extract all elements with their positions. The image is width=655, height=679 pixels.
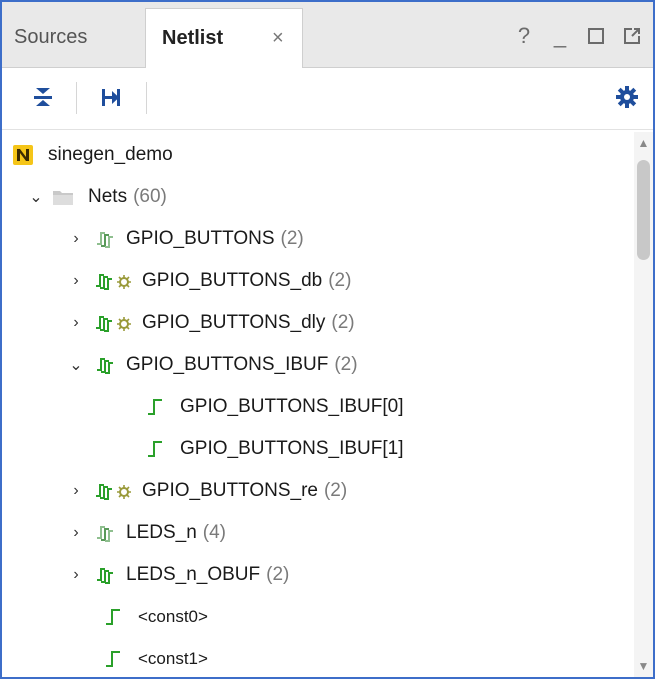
tree-row[interactable]: GPIO_BUTTONS_IBUF[1]: [2, 428, 634, 470]
expanded-chevron-icon[interactable]: ⌄: [68, 355, 84, 375]
maximize-button[interactable]: [585, 25, 607, 47]
tree-row[interactable]: GPIO_BUTTONS_IBUF[0]: [2, 386, 634, 428]
tree-item-label: GPIO_BUTTONS_IBUF[1]: [180, 438, 404, 459]
tree-row[interactable]: › LEDS_n_OBUF (2): [2, 554, 634, 596]
bus-net-green-icon: [94, 354, 116, 376]
tree-item-label: GPIO_BUTTONS: [126, 228, 275, 249]
scroll-up-icon[interactable]: ▲: [634, 134, 653, 152]
folder-icon: [52, 188, 74, 206]
window-controls: ? _: [513, 22, 643, 50]
scrollbar-thumb[interactable]: [637, 160, 650, 260]
tree-row[interactable]: › GPIO_BUTTONS_dly (2): [2, 302, 634, 344]
collapse-all-icon: [34, 88, 52, 106]
tree-item-label: sinegen_demo: [48, 144, 173, 165]
net-icon: [146, 396, 166, 418]
tree-row[interactable]: <const0>: [2, 596, 634, 638]
settings-button[interactable]: [612, 82, 642, 112]
float-button[interactable]: [621, 25, 643, 47]
collapsed-chevron-icon[interactable]: ›: [68, 482, 84, 500]
expand-all-button[interactable]: [96, 82, 126, 112]
collapsed-chevron-icon[interactable]: ›: [68, 230, 84, 248]
tree-folder-nets[interactable]: ⌄ Nets (60): [2, 176, 634, 218]
help-button[interactable]: ?: [513, 23, 535, 48]
tree-item-label: Nets: [88, 186, 128, 207]
tree-row[interactable]: › GPIO_BUTTONS_re (2): [2, 470, 634, 512]
net-icon: [146, 438, 166, 460]
tree-item-count: (2): [334, 354, 358, 375]
close-tab-button[interactable]: ×: [272, 9, 284, 67]
minimize-button[interactable]: _: [549, 23, 571, 48]
maximize-icon: [588, 28, 604, 44]
tree-row[interactable]: › GPIO_BUTTONS (2): [2, 218, 634, 260]
netlist-panel: Sources Netlist × ? _ sinegen_demo ⌄ Net…: [0, 0, 655, 679]
tree-item-label: LEDS_n: [126, 522, 197, 543]
bus-net-cell-icon: [94, 312, 134, 334]
collapsed-chevron-icon[interactable]: ›: [68, 272, 84, 290]
net-icon: [104, 606, 124, 628]
tab-sources[interactable]: Sources: [14, 8, 142, 68]
netlist-tree: sinegen_demo ⌄ Nets (60) › GPIO_BUTTONS …: [2, 132, 634, 677]
tree-item-count: (4): [202, 522, 227, 543]
toolbar-separator: [146, 82, 147, 114]
tab-bar: Sources Netlist × ? _: [2, 2, 653, 68]
bus-net-green-icon: [94, 564, 116, 586]
expanded-chevron-icon[interactable]: ⌄: [28, 187, 44, 207]
float-window-icon: [624, 28, 640, 44]
tab-netlist[interactable]: Netlist ×: [145, 8, 303, 68]
bus-net-icon: [94, 522, 116, 544]
tree-item-count: (2): [328, 270, 352, 291]
toolbar: [2, 68, 653, 130]
tree-row[interactable]: › LEDS_n (4): [2, 512, 634, 554]
expand-all-icon: [102, 89, 120, 106]
tree-item-count: (60): [133, 186, 167, 207]
tree-item-label: LEDS_n_OBUF: [126, 564, 261, 585]
gear-icon: [616, 86, 638, 108]
tree-item-label: GPIO_BUTTONS_IBUF: [126, 354, 329, 375]
bus-net-cell-icon: [94, 270, 134, 292]
tree-item-label: GPIO_BUTTONS_IBUF[0]: [180, 396, 404, 417]
net-icon: [104, 648, 124, 670]
tab-sources-label: Sources: [14, 26, 88, 48]
tree-item-count: (2): [323, 480, 348, 501]
collapsed-chevron-icon[interactable]: ›: [68, 524, 84, 542]
tree-root-sinegen-demo[interactable]: sinegen_demo: [2, 134, 634, 176]
toolbar-separator: [76, 82, 77, 114]
tree-item-label: <const1>: [138, 649, 208, 668]
scroll-down-icon[interactable]: ▼: [634, 657, 653, 675]
tree-row[interactable]: <const1>: [2, 638, 634, 677]
tree-row[interactable]: › GPIO_BUTTONS_db (2): [2, 260, 634, 302]
vertical-scrollbar[interactable]: ▲ ▼: [634, 132, 653, 677]
netlist-design-icon: [12, 144, 34, 166]
tree-row[interactable]: ⌄ GPIO_BUTTONS_IBUF (2): [2, 344, 634, 386]
tree-item-label: GPIO_BUTTONS_db: [142, 270, 323, 291]
tree-item-count: (2): [280, 228, 304, 249]
tree-item-count: (2): [266, 564, 290, 585]
bus-net-cell-icon: [94, 480, 134, 502]
collapse-all-button[interactable]: [28, 82, 58, 112]
collapsed-chevron-icon[interactable]: ›: [68, 566, 84, 584]
tree-item-label: <const0>: [138, 607, 208, 626]
tree-item-count: (2): [331, 312, 355, 333]
tree-item-label: GPIO_BUTTONS_re: [142, 480, 318, 501]
bus-net-icon: [94, 228, 116, 250]
tree-item-label: GPIO_BUTTONS_dly: [142, 312, 326, 333]
tab-netlist-label: Netlist: [162, 27, 224, 49]
collapsed-chevron-icon[interactable]: ›: [68, 314, 84, 332]
